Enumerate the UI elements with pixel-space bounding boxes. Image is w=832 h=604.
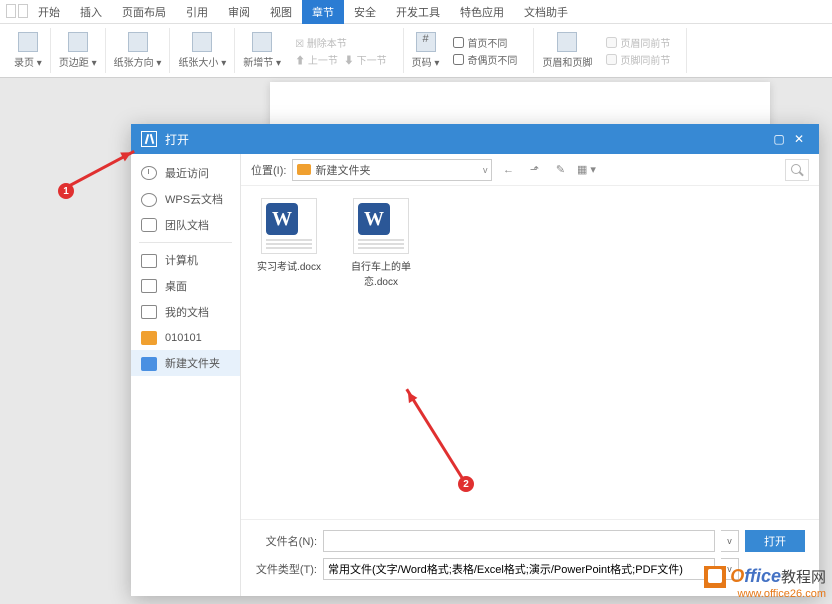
sidebar-mydocs[interactable]: 我的文档: [131, 299, 240, 325]
ribbon-delsec: ☒ 删除本节: [295, 35, 347, 50]
tab-chapter[interactable]: 章节: [302, 0, 344, 24]
path-toolbar: 位置(I): 新建文件夹 v ← ⬏ ✎ ▦ ▾: [241, 154, 819, 186]
word-icon: W: [358, 203, 390, 235]
filetype-label: 文件类型(T):: [255, 561, 317, 577]
folder-icon: [297, 164, 311, 175]
annotation-marker-1: 1: [58, 183, 74, 199]
sidebar-desktop[interactable]: 桌面: [131, 273, 240, 299]
open-dialog: 打开 ▢ ✕ 最近访问 WPS云文档 团队文档 计算机 桌面 我的文档 0101…: [131, 124, 819, 596]
tab-layout[interactable]: 页面布局: [112, 4, 176, 20]
tab-start[interactable]: 开始: [28, 4, 70, 20]
ribbon-tabs: 开始 插入 页面布局 引用 审阅 视图 章节 安全 开发工具 特色应用 文档助手: [0, 0, 832, 24]
maximize-button[interactable]: ▢: [769, 129, 789, 149]
tab-insert[interactable]: 插入: [70, 4, 112, 20]
file-list: W 实习考试.docx W 自行车上的单恋.docx: [241, 186, 819, 519]
chk-firstdiff[interactable]: 首页不同: [453, 35, 507, 50]
tab-dev[interactable]: 开发工具: [386, 4, 450, 20]
file-name: 实习考试.docx: [253, 258, 325, 273]
ribbon-pagenum[interactable]: #页码 ▾: [412, 32, 440, 69]
tab-view[interactable]: 视图: [260, 4, 302, 20]
back-button[interactable]: ←: [498, 160, 518, 180]
tab-review[interactable]: 审阅: [218, 4, 260, 20]
file-name: 自行车上的单恋.docx: [345, 258, 417, 288]
ribbon-toc[interactable]: 录页 ▾: [6, 28, 51, 73]
filename-label: 文件名(N):: [255, 533, 317, 549]
ribbon-headerfooter[interactable]: 页眉和页脚: [542, 32, 592, 69]
sidebar-folder2[interactable]: 新建文件夹: [131, 350, 240, 376]
sidebar-computer[interactable]: 计算机: [131, 247, 240, 273]
chk-samefooter: 页脚同前节: [606, 52, 670, 67]
wps-logo-icon: [141, 131, 157, 147]
sidebar-team[interactable]: 团队文档: [131, 212, 240, 238]
annotation-marker-2: 2: [458, 476, 474, 492]
dialog-title: 打开: [165, 131, 189, 148]
word-icon: W: [266, 203, 298, 235]
chk-oddeven[interactable]: 奇偶页不同: [453, 52, 517, 67]
sidebar-cloud[interactable]: WPS云文档: [131, 186, 240, 212]
dialog-titlebar: 打开 ▢ ✕: [131, 124, 819, 154]
filename-dropdown[interactable]: v: [721, 530, 739, 552]
ribbon-orient[interactable]: 纸张方向 ▾: [106, 28, 171, 73]
search-icon[interactable]: [785, 159, 809, 181]
watermark: Office教程网 www.office26.com: [704, 566, 826, 600]
view-button[interactable]: ▦ ▾: [576, 160, 596, 180]
ribbon-nextsec: ⬇ 下一节: [344, 52, 387, 67]
sidebar-folder1[interactable]: 010101: [131, 325, 240, 350]
tab-helper[interactable]: 文档助手: [514, 4, 578, 20]
tab-special[interactable]: 特色应用: [450, 4, 514, 20]
up-button[interactable]: ⬏: [524, 160, 544, 180]
ribbon-size[interactable]: 纸张大小 ▾: [170, 28, 235, 73]
tab-ref[interactable]: 引用: [176, 4, 218, 20]
file-item[interactable]: W 自行车上的单恋.docx: [345, 198, 417, 288]
tab-security[interactable]: 安全: [344, 4, 386, 20]
dialog-sidebar: 最近访问 WPS云文档 团队文档 计算机 桌面 我的文档 010101 新建文件…: [131, 154, 241, 596]
location-label: 位置(I):: [251, 162, 286, 178]
filetype-input[interactable]: [323, 558, 715, 580]
filename-input[interactable]: [323, 530, 715, 552]
chk-sameheader: 页眉同前节: [606, 35, 670, 50]
location-dropdown[interactable]: 新建文件夹 v: [292, 159, 492, 181]
watermark-icon: [704, 566, 726, 588]
newfolder-button[interactable]: ✎: [550, 160, 570, 180]
close-button[interactable]: ✕: [789, 129, 809, 149]
sidebar-recent[interactable]: 最近访问: [131, 160, 240, 186]
ribbon-addsec[interactable]: 新增节 ▾: [243, 32, 281, 69]
file-item[interactable]: W 实习考试.docx: [253, 198, 325, 273]
open-button[interactable]: 打开: [745, 530, 805, 552]
ribbon-prevsec: ⬆ 上一节: [295, 52, 338, 67]
ribbon-margin[interactable]: 页边距 ▾: [51, 28, 106, 73]
ribbon: 录页 ▾ 页边距 ▾ 纸张方向 ▾ 纸张大小 ▾ 新增节 ▾ ☒ 删除本节 ⬆ …: [0, 24, 832, 78]
